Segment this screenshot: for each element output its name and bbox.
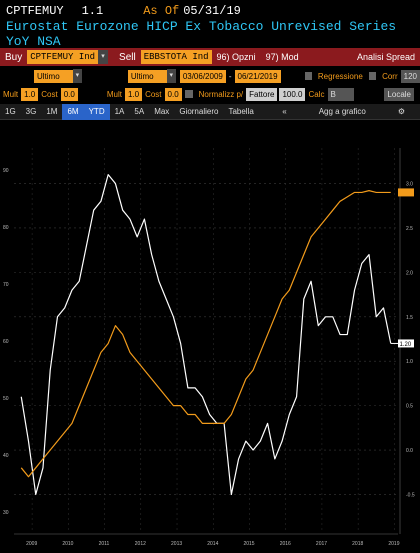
as-of-label: As Of <box>143 4 180 18</box>
mult2-input[interactable]: 1.0 <box>124 87 143 101</box>
y-left-tick-label: 70 <box>3 282 9 288</box>
ticker-label: CPTFEMUY <box>6 4 64 18</box>
corr-checkbox[interactable] <box>368 72 377 80</box>
x-tick-label: 2014 <box>207 541 218 547</box>
series-line-1 <box>20 190 391 478</box>
tab-table[interactable]: Tabella <box>223 104 258 120</box>
sell-label: Sell <box>119 51 136 63</box>
y-right-tick-label: 3.0 <box>406 182 413 188</box>
x-tick-label: 2011 <box>99 541 110 547</box>
tab-1m[interactable]: 1M <box>41 104 62 120</box>
factor-input[interactable]: 100.0 <box>279 87 306 101</box>
chevron-down-icon[interactable]: ▾ <box>72 69 82 83</box>
mult2-label: Mult <box>106 89 122 99</box>
start-date-input[interactable]: 03/06/2009 <box>179 69 226 83</box>
back-button[interactable]: « <box>277 104 291 120</box>
options-menu-button[interactable]: 96) Opzni <box>212 52 261 62</box>
mod-menu-button[interactable]: 97) Mod <box>261 52 304 62</box>
cost2-label: Cost <box>145 89 162 99</box>
series-line-0 <box>20 174 392 496</box>
field-row: Ultimo prz ▾ Ultimo prz ▾ 03/06/2009 - 0… <box>0 68 420 94</box>
tab-1g[interactable]: 1G <box>0 104 21 120</box>
y-left-tick-label: 50 <box>3 396 9 402</box>
y-left-tick-label: 40 <box>3 453 9 459</box>
y-right-tick-label: -0.5 <box>406 492 415 498</box>
tab-5a[interactable]: 5A <box>129 104 149 120</box>
normalize-checkbox[interactable] <box>184 90 193 98</box>
tab-3g[interactable]: 3G <box>21 104 42 120</box>
security-title-bar: Eurostat Eurozone HICP Ex Tobacco Unrevi… <box>0 19 420 49</box>
security-title: Eurostat Eurozone HICP Ex Tobacco Unrevi… <box>6 19 397 49</box>
as-of-date: 05/31/19 <box>183 4 241 18</box>
last-value-label: 1.20 <box>400 342 412 348</box>
x-tick-label: 2009 <box>26 541 37 547</box>
y-right-tick-label: 2.0 <box>406 270 413 276</box>
gear-icon[interactable]: ⚙ <box>393 104 410 120</box>
y-right-tick-label: 0.0 <box>406 448 413 454</box>
tab-daily[interactable]: Giornaliero <box>174 104 223 120</box>
chart-series <box>20 174 398 496</box>
calc-label: Calc <box>308 89 325 99</box>
y-left-tick-label: 90 <box>3 168 9 174</box>
buy-ticker-field[interactable]: CPTFEMUY Ind <box>27 50 99 64</box>
spread-analysis-label: Analisi Spread <box>356 52 415 62</box>
y-right-tick-label: 1.0 <box>406 359 413 365</box>
tab-max[interactable]: Max <box>149 104 174 120</box>
x-tick-label: 2015 <box>243 541 254 547</box>
y-left-tick-label: 80 <box>3 225 9 231</box>
mult-input[interactable]: 1.0 <box>21 87 39 101</box>
tab-ytd[interactable]: YTD <box>83 103 110 120</box>
chart-axes: -0.5 0.0 0.5 1.0 1.5 2.0 2.5 3.0 30 40 50 60 70 80 90 2… <box>3 148 415 547</box>
corr-label: Corr <box>382 71 398 81</box>
regression-checkbox[interactable] <box>304 72 312 80</box>
orange-value-tag <box>398 188 414 197</box>
normalize-label: Normalizz p/ <box>198 89 244 99</box>
multiplier-row: Mult 1.0 Cost 0.0 Mult 1.0 Cost 0.0 Norm… <box>0 86 420 102</box>
calc-select[interactable]: B <box>327 87 354 101</box>
version-label: 1.1 <box>81 4 104 18</box>
currency-select[interactable]: Locale <box>384 87 414 101</box>
y-right-tick-label: 0.5 <box>406 404 413 410</box>
sell-ticker-field[interactable]: EBBSTOTA Ind <box>140 50 212 64</box>
chevron-down-icon[interactable]: ▾ <box>98 50 109 64</box>
corr-input[interactable]: 120 <box>400 69 420 83</box>
tab-1a[interactable]: 1A <box>110 104 130 120</box>
cost-input[interactable]: 0.0 <box>60 87 78 101</box>
cost-label: Cost <box>41 89 58 99</box>
period-tabs: 1G 3G 1M 6M YTD 1A 5A Max Giornaliero Ta… <box>0 103 420 120</box>
tab-6m[interactable]: 6M <box>62 103 84 120</box>
y-left-tick-label: 30 <box>3 510 9 516</box>
add-to-chart-button[interactable]: Agg a grafico <box>314 104 371 120</box>
spread-chart[interactable]: -0.5 0.0 0.5 1.0 1.5 2.0 2.5 3.0 30 40 50 60 70 80 90 2… <box>0 122 420 553</box>
regression-label: Regressione <box>317 71 363 81</box>
x-tick-label: 2018 <box>352 541 363 547</box>
x-tick-label: 2012 <box>135 541 146 547</box>
x-tick-label: 2010 <box>62 541 73 547</box>
x-tick-label: 2013 <box>171 541 182 547</box>
end-date-input[interactable]: 06/21/2019 <box>234 69 281 83</box>
y-left-tick-label: 60 <box>3 339 9 345</box>
factor-select[interactable]: Fattore <box>246 87 278 101</box>
mult-label: Mult <box>3 89 19 99</box>
spread-toolbar: Buy CPTFEMUY Ind ▾ Sell EBBSTOTA Ind 96)… <box>0 48 420 66</box>
cost2-input[interactable]: 0.0 <box>164 87 182 101</box>
x-tick-label: 2016 <box>280 541 291 547</box>
sell-field-select[interactable]: Ultimo prz <box>127 69 167 94</box>
buy-field-select[interactable]: Ultimo prz <box>34 69 73 94</box>
y-right-tick-label: 1.5 <box>406 315 413 321</box>
chevron-down-icon[interactable]: ▾ <box>166 69 176 83</box>
x-tick-label: 2017 <box>316 541 327 547</box>
buy-label: Buy <box>5 51 23 63</box>
x-tick-label: 2019 <box>388 541 399 547</box>
chart-grid <box>14 148 398 530</box>
y-right-tick-label: 2.5 <box>406 226 413 232</box>
